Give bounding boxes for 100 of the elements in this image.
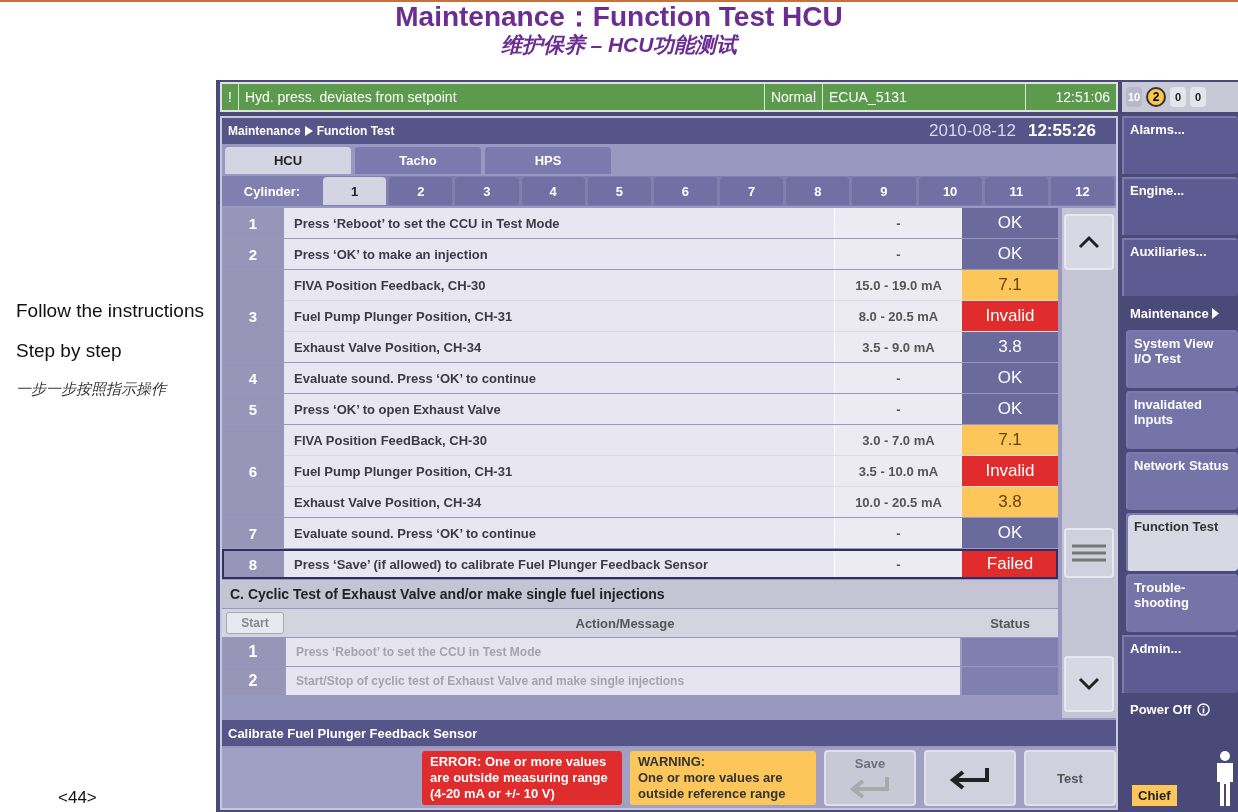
cylinder-tab[interactable]: 3	[455, 177, 519, 205]
info-icon	[1197, 702, 1211, 716]
alarm-counter: 0	[1190, 87, 1206, 107]
step-number: 5	[222, 394, 284, 424]
range-cell: -	[834, 394, 962, 424]
nav-item[interactable]: Admin...	[1122, 635, 1238, 693]
status-cell: 3.8	[962, 487, 1058, 517]
range-cell: 3.5 - 9.0 mA	[834, 332, 962, 362]
step-row[interactable]: 4 Evaluate sound. Press ‘OK’ to continue - OK	[222, 363, 1058, 393]
cylinder-tab[interactable]: 7	[720, 177, 784, 205]
scrollbar[interactable]	[1062, 208, 1116, 718]
cylinder-tab[interactable]: 11	[984, 177, 1048, 205]
cylinder-tab[interactable]: 4	[521, 177, 585, 205]
nav-item[interactable]: Alarms...	[1122, 116, 1238, 174]
page-number: <44>	[58, 788, 98, 808]
range-cell: -	[834, 518, 962, 548]
status-cell: 7.1	[962, 270, 1058, 300]
test-button[interactable]: Test	[1024, 750, 1116, 806]
chevron-down-icon	[1078, 677, 1100, 691]
alarm-bar[interactable]: ! Hyd. press. deviates from setpoint Normal ECUA_5131 12:51:06	[220, 82, 1118, 112]
status-cell: OK	[962, 208, 1058, 238]
nav-item[interactable]: Engine...	[1122, 177, 1238, 235]
cylinder-tab[interactable]: 10	[918, 177, 982, 205]
range-cell: -	[834, 549, 962, 579]
alarm-counter: 2	[1146, 87, 1166, 107]
nav-item[interactable]: Auxiliaries...	[1122, 238, 1238, 296]
triangle-icon	[1211, 307, 1219, 319]
tab[interactable]: HCU	[225, 147, 351, 174]
alarm-counter: 0	[1170, 87, 1186, 107]
step-number: 4	[222, 363, 284, 393]
step-number: 2	[222, 239, 284, 269]
scroll-down-button[interactable]	[1064, 656, 1114, 712]
tab[interactable]: HPS	[485, 147, 611, 174]
step-number: 3	[222, 270, 284, 362]
access-level: Chief	[1132, 785, 1177, 806]
step-text: FIVA Position Feedback, CH-30	[284, 270, 834, 300]
cylinder-tab[interactable]: 1	[323, 177, 387, 205]
scroll-thumb[interactable]	[1064, 528, 1114, 578]
step-row[interactable]: 1 Press ‘Reboot’ to set the CCU in Test Mode - OK	[222, 208, 1058, 238]
tab[interactable]: Tacho	[355, 147, 481, 174]
step-number: 1	[222, 208, 284, 238]
step-text: Fuel Pump Plunger Position, CH-31	[284, 456, 834, 486]
enter-button[interactable]	[924, 750, 1016, 806]
cylinder-tab[interactable]: 2	[389, 177, 453, 205]
date-label: 2010-08-12	[928, 121, 1016, 141]
nav-item[interactable]: System View I/O Test	[1126, 330, 1238, 388]
range-cell: 10.0 - 20.5 mA	[834, 487, 962, 517]
step-number: 8	[222, 549, 284, 579]
cylinder-tab[interactable]: 12	[1050, 177, 1115, 205]
step-text: Press ‘Reboot’ to set the CCU in Test Mode	[286, 638, 960, 666]
alarm-message: Hyd. press. deviates from setpoint	[238, 84, 765, 110]
cylinder-tab[interactable]: 5	[587, 177, 651, 205]
range-cell: -	[834, 239, 962, 269]
status-cell: OK	[962, 518, 1058, 548]
status-cell: OK	[962, 239, 1058, 269]
step-text: Press ‘Reboot’ to set the CCU in Test Mode	[284, 208, 834, 238]
status-cell: OK	[962, 363, 1058, 393]
nav-item[interactable]: Network Status	[1126, 452, 1238, 510]
slide-note: Follow the instructions	[16, 300, 205, 322]
scroll-up-button[interactable]	[1064, 214, 1114, 270]
slide-title: Maintenance：Function Test HCU	[395, 2, 843, 32]
step-row[interactable]: 7 Evaluate sound. Press ‘OK’ to continue - OK	[222, 518, 1058, 548]
step-number: 6	[222, 425, 284, 517]
breadcrumb-item: Function Test	[316, 124, 395, 138]
slide-note: Step by step	[16, 340, 123, 362]
alarm-counter: 10	[1126, 87, 1142, 107]
range-cell: 3.5 - 10.0 mA	[834, 456, 962, 486]
step-row[interactable]: 2 Press ‘OK’ to make an injection - OK	[222, 239, 1058, 269]
alarm-time: 12:51:06	[1054, 88, 1111, 107]
cylinder-tab[interactable]: 6	[653, 177, 718, 205]
slide-note: 一步一步按照指示操作	[16, 380, 169, 399]
status-cell: 3.8	[962, 332, 1058, 362]
step-number: 7	[222, 518, 284, 548]
start-button[interactable]: Start	[226, 612, 284, 634]
column-header: Status	[989, 615, 1031, 631]
step-text: Evaluate sound. Press ‘OK’ to continue	[284, 363, 834, 393]
nav-item[interactable]: Trouble-shooting	[1126, 574, 1238, 632]
step-row[interactable]: 3 FIVA Position Feedback, CH-30 15.0 - 19.0 mA 7.1 Fuel Pump Plunger Position, CH-31 8.0 - 20.5 mA Invalid Exhaust Valve Position, CH-34 3.5 - 9.0 mA 3.8	[222, 270, 1058, 362]
nav-item[interactable]: Invalidated Inputs	[1126, 391, 1238, 449]
step-text: Fuel Pump Plunger Position, CH-31	[284, 301, 834, 331]
step-text: Press ‘OK’ to open Exhaust Valve	[284, 394, 834, 424]
section-title: C. Cyclic Test of Exhaust Valve and/or make single fuel injections	[222, 580, 1058, 608]
step-row[interactable]: 8 Press ‘Save’ (if allowed) to calibrate Fuel Plunger Feedback Sensor - Failed	[222, 549, 1058, 579]
step-number: 1	[222, 638, 284, 666]
range-cell: -	[834, 363, 962, 393]
cylinder-tab[interactable]: 8	[786, 177, 850, 205]
step-text: Press ‘Save’ (if allowed) to calibrate Fuel Plunger Feedback Sensor	[284, 549, 834, 579]
status-cell: OK	[962, 394, 1058, 424]
status-cell: Invalid	[962, 301, 1058, 331]
status-cell: Failed	[962, 549, 1058, 579]
step-row[interactable]: 6 FIVA Position FeedBack, CH-30 3.0 - 7.0 mA 7.1 Fuel Pump Plunger Position, CH-31 3.5 - 10.0 mA Invalid Exhaust Valve Position, CH-34 10.0 - 20.5 mA 3.8	[222, 425, 1058, 517]
range-cell: 3.0 - 7.0 mA	[834, 425, 962, 455]
warning-legend: WARNING: One or more values are outside reference range	[630, 751, 816, 805]
step-row[interactable]: 5 Press ‘OK’ to open Exhaust Valve - OK	[222, 394, 1058, 424]
nav-item[interactable]: Function Test	[1126, 513, 1238, 571]
step-text: Exhaust Valve Position, CH-34	[284, 487, 834, 517]
range-cell: 15.0 - 19.0 mA	[834, 270, 962, 300]
range-cell: 8.0 - 20.5 mA	[834, 301, 962, 331]
cylinder-tab[interactable]: 9	[852, 177, 916, 205]
unit-label: ECUA_5131	[823, 84, 1026, 110]
